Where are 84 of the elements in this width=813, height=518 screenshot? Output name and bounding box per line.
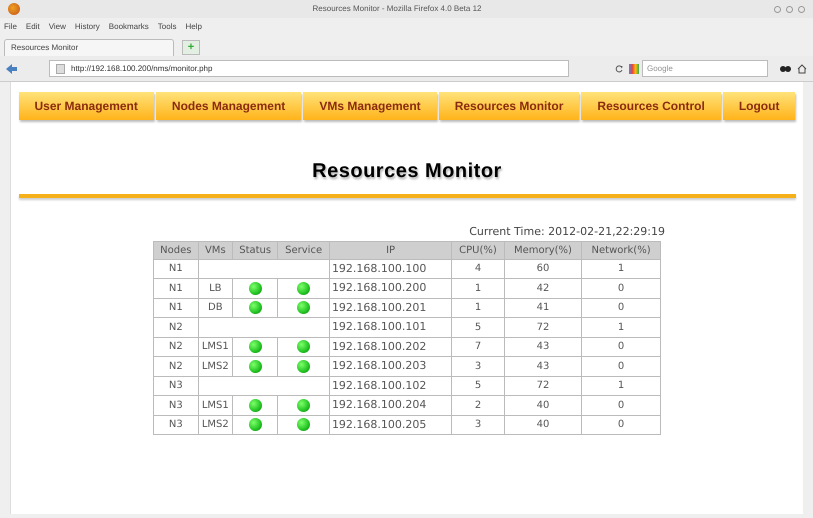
table-cell: N1 — [154, 259, 198, 278]
table-cell: 72 — [504, 318, 582, 337]
table-cell: 1 — [582, 259, 660, 278]
nav-link[interactable]: Logout — [722, 92, 796, 120]
address-field[interactable]: http://192.168.100.200/nms/monitor.php — [49, 60, 569, 77]
table-cell: DB — [198, 298, 232, 318]
table-cell: 1 — [582, 318, 660, 337]
table-cell: N3 — [154, 415, 198, 434]
table-cell: 72 — [504, 376, 582, 396]
column-header: CPU(%) — [452, 241, 504, 259]
column-header: Status — [232, 241, 278, 259]
table-cell: N1 — [154, 298, 198, 318]
window-title: Resources Monitor - Mozilla Firefox 4.0 Beta 12 — [312, 3, 482, 15]
column-header: Service — [278, 241, 330, 259]
nav-link[interactable]: Nodes Management — [156, 92, 302, 120]
search-field[interactable]: Google — [642, 60, 768, 77]
table-cell: LMS1 — [198, 396, 232, 415]
column-header: Nodes — [154, 241, 198, 259]
table-cell: 1 — [452, 278, 504, 298]
table-cell: LB — [198, 278, 232, 298]
table-cell: LMS1 — [198, 337, 232, 356]
table-cell: N3 — [154, 376, 198, 396]
reload-icon[interactable] — [615, 64, 623, 72]
table-cell: 42 — [504, 278, 582, 298]
page-heading: Resources Monitor — [312, 159, 502, 184]
table-cell: 5 — [452, 376, 504, 396]
table-cell: 0 — [582, 278, 660, 298]
table-cell: N1 — [154, 278, 198, 298]
table-cell: 40 — [504, 415, 582, 434]
browser-logo-icon — [8, 3, 20, 15]
table-cell: 5 — [452, 318, 504, 337]
table-cell: N3 — [154, 396, 198, 415]
column-header: IP — [329, 241, 452, 259]
table-cell: LMS2 — [198, 415, 232, 434]
table-cell: 0 — [582, 396, 660, 415]
nav-link[interactable]: User Management — [18, 92, 154, 120]
menu-item[interactable]: File — [4, 21, 17, 33]
table-cell: 192.168.100.100 — [329, 259, 452, 278]
table-cell: 4 — [452, 259, 504, 278]
table-cell: N2 — [154, 318, 198, 337]
table-cell: 0 — [582, 337, 660, 356]
current-time: Current Time: 2012-02-21,22:29:19 — [469, 224, 665, 240]
binoculars-icon[interactable] — [780, 65, 791, 72]
table-cell: 0 — [582, 298, 660, 318]
table-cell: 192.168.100.202 — [329, 337, 452, 356]
column-header: Network(%) — [582, 241, 660, 259]
menu-item[interactable]: View — [48, 21, 66, 33]
table-cell: 192.168.100.205 — [329, 415, 452, 434]
table-cell: 192.168.100.201 — [329, 298, 452, 318]
table-cell: 192.168.100.102 — [329, 376, 452, 396]
table-cell: 0 — [582, 415, 660, 434]
table-cell: 43 — [504, 337, 582, 356]
column-header: VMs — [198, 241, 232, 259]
home-icon[interactable] — [797, 64, 807, 74]
table-cell: 2 — [452, 396, 504, 415]
nav-link[interactable]: VMs Management — [303, 92, 437, 120]
menu-item[interactable]: History — [74, 21, 100, 33]
table-cell: 60 — [504, 259, 582, 278]
table-cell: 40 — [504, 396, 582, 415]
table-cell: 192.168.100.200 — [329, 278, 452, 298]
column-header: Memory(%) — [504, 241, 582, 259]
table-cell: 1 — [582, 376, 660, 396]
table-cell: LMS2 — [198, 356, 232, 376]
table-cell: 0 — [582, 356, 660, 376]
table-cell: N2 — [154, 337, 198, 356]
table-cell: 192.168.100.203 — [329, 356, 452, 376]
table-cell: 7 — [452, 337, 504, 356]
table-cell: 3 — [452, 415, 504, 434]
table-cell: 41 — [504, 298, 582, 318]
menu-item[interactable]: Bookmarks — [108, 21, 149, 33]
search-engine-icon[interactable] — [629, 64, 639, 74]
table-cell: 1 — [452, 298, 504, 318]
nav-link[interactable]: Resources Control — [581, 92, 721, 120]
table-cell: 192.168.100.101 — [329, 318, 452, 337]
back-icon[interactable] — [6, 64, 17, 74]
table-cell: 192.168.100.204 — [329, 396, 452, 415]
nav-link[interactable]: Resources Monitor — [438, 92, 580, 120]
table-cell: N2 — [154, 356, 198, 376]
table-cell: 3 — [452, 356, 504, 376]
table-cell: 43 — [504, 356, 582, 376]
menu-item[interactable]: Edit — [26, 21, 40, 33]
menu-item[interactable]: Tools — [158, 21, 176, 33]
browser-tab[interactable]: Resources Monitor — [4, 39, 174, 56]
menu-item[interactable]: Help — [185, 21, 202, 33]
